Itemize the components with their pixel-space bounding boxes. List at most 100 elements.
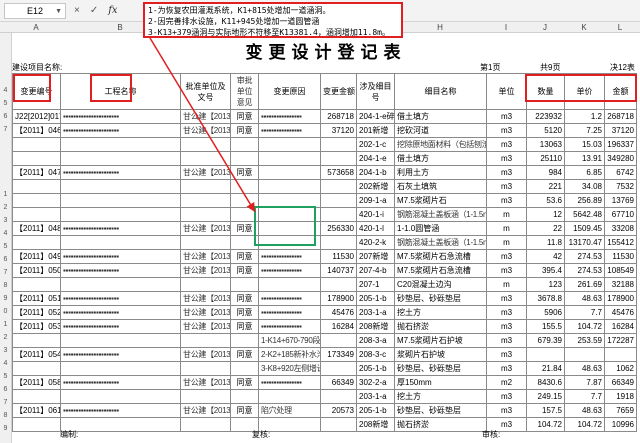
- table-cell-reason[interactable]: [258, 151, 321, 166]
- table-cell-unit[interactable]: m3: [486, 319, 527, 334]
- table-cell-reason[interactable]: [258, 165, 321, 180]
- name-box[interactable]: E12 ▼: [4, 2, 66, 19]
- table-cell-amount[interactable]: [320, 207, 357, 222]
- column-header-cell[interactable]: H: [394, 22, 486, 33]
- table-cell-qty[interactable]: 42: [526, 249, 565, 264]
- table-cell-name[interactable]: ▪▪▪▪▪▪▪▪▪▪▪▪▪▪▪▪▪▪▪▪▪▪: [60, 403, 181, 418]
- table-cell-item[interactable]: 202新增: [356, 179, 395, 194]
- table-cell-name[interactable]: ▪▪▪▪▪▪▪▪▪▪▪▪▪▪▪▪▪▪▪▪▪▪: [60, 249, 181, 264]
- table-cell-price[interactable]: 7.87: [564, 375, 605, 390]
- table-cell-name[interactable]: [60, 179, 181, 194]
- row-header-cell[interactable]: 3: [0, 217, 11, 224]
- table-cell-price[interactable]: 274.53: [564, 263, 605, 278]
- table-cell-amount[interactable]: [320, 151, 357, 166]
- table-cell-price[interactable]: 34.08: [564, 179, 605, 194]
- table-cell-qty[interactable]: 157.5: [526, 403, 565, 418]
- table-cell-reason[interactable]: 1-K14+670-790段改为护坡: [258, 333, 321, 348]
- header-project-name[interactable]: 工程名称: [60, 73, 181, 110]
- table-cell-appr[interactable]: [180, 207, 231, 222]
- table-cell-amount[interactable]: 37120: [320, 123, 357, 138]
- table-cell-price[interactable]: 274.53: [564, 249, 605, 264]
- row-header-cell[interactable]: 7: [0, 399, 11, 406]
- table-cell-appr[interactable]: 甘公建【2013】169号: [180, 249, 231, 264]
- table-cell-reason[interactable]: [258, 137, 321, 152]
- table-cell-total[interactable]: 172287: [604, 333, 637, 348]
- header-unit[interactable]: 单位: [486, 73, 527, 110]
- table-cell-code[interactable]: 【2011】052号: [12, 305, 61, 320]
- cancel-icon[interactable]: ×: [74, 5, 80, 16]
- table-cell-item[interactable]: 208-3-a: [356, 333, 395, 348]
- table-cell-item[interactable]: 205-1-b: [356, 403, 395, 418]
- table-cell-appr[interactable]: 甘公建【2013】169号: [180, 403, 231, 418]
- table-cell-reason[interactable]: ▪▪▪▪▪▪▪▪▪▪▪▪▪▪▪▪: [258, 319, 321, 334]
- spreadsheet-grid[interactable]: 变更设计登记表 建设项目名称: 第1页 共9页 决12表 变更编号 工程名称 批…: [12, 33, 640, 443]
- table-cell-iname[interactable]: 砂垫层、砂砾垫层: [394, 291, 487, 306]
- table-cell-appr[interactable]: 甘公建【2013】169号: [180, 221, 231, 236]
- table-cell-item[interactable]: 205-1-b: [356, 291, 395, 306]
- table-cell-iname[interactable]: M7.5浆砌片石: [394, 193, 487, 208]
- table-cell-appr[interactable]: 甘公建【2013】169号: [180, 263, 231, 278]
- table-cell-unit[interactable]: m: [486, 235, 527, 250]
- table-cell-iname[interactable]: 借土填方: [394, 151, 487, 166]
- table-cell-total[interactable]: 66349: [604, 375, 637, 390]
- row-header-cell[interactable]: 9: [0, 295, 11, 302]
- table-cell-total[interactable]: 6742: [604, 165, 637, 180]
- table-cell-reason[interactable]: [258, 277, 321, 292]
- table-cell-qty[interactable]: 984: [526, 165, 565, 180]
- row-header-cell[interactable]: 6: [0, 386, 11, 393]
- table-cell-total[interactable]: 32188: [604, 277, 637, 292]
- table-cell-price[interactable]: 261.69: [564, 277, 605, 292]
- table-cell-appr[interactable]: 甘公建【2013】169号: [180, 347, 231, 362]
- table-cell-name[interactable]: [60, 389, 181, 404]
- table-cell-unit[interactable]: m3: [486, 193, 527, 208]
- table-cell-item[interactable]: 208新增: [356, 319, 395, 334]
- table-cell-amount[interactable]: [320, 193, 357, 208]
- table-cell-amount[interactable]: [320, 333, 357, 348]
- table-cell-appr[interactable]: [180, 277, 231, 292]
- table-cell-iname[interactable]: M7.5浆砌片石急流槽: [394, 263, 487, 278]
- table-cell-reason[interactable]: ▪▪▪▪▪▪▪▪▪▪▪▪▪▪▪▪: [258, 123, 321, 138]
- table-cell-iname[interactable]: 1-1.0圆管涵: [394, 221, 487, 236]
- table-cell-price[interactable]: [564, 347, 605, 362]
- header-approval-unit[interactable]: 批准单位及文号: [180, 73, 231, 110]
- table-cell-code[interactable]: [12, 333, 61, 348]
- table-cell-price[interactable]: 7.7: [564, 305, 605, 320]
- confirm-icon[interactable]: ✓: [90, 5, 98, 16]
- table-cell-reason[interactable]: [258, 179, 321, 194]
- table-cell-qty[interactable]: 21.84: [526, 361, 565, 376]
- header-unit-price[interactable]: 单价: [564, 73, 605, 110]
- table-cell-code[interactable]: 【2011】058号: [12, 375, 61, 390]
- table-cell-code[interactable]: 【2011】047号: [12, 165, 61, 180]
- table-cell-name[interactable]: [60, 235, 181, 250]
- table-cell-code[interactable]: 【2011】054号: [12, 347, 61, 362]
- table-cell-qty[interactable]: 221: [526, 179, 565, 194]
- table-cell-reason[interactable]: ▪▪▪▪▪▪▪▪▪▪▪▪▪▪▪▪: [258, 291, 321, 306]
- header-change-no[interactable]: 变更编号: [12, 73, 61, 110]
- table-cell-name[interactable]: ▪▪▪▪▪▪▪▪▪▪▪▪▪▪▪▪▪▪▪▪▪▪: [60, 319, 181, 334]
- table-cell-amount[interactable]: 20573: [320, 403, 357, 418]
- table-cell-iname[interactable]: 抛石挤淤: [394, 417, 487, 432]
- table-cell-name[interactable]: [60, 193, 181, 208]
- table-cell-qty[interactable]: 11.8: [526, 235, 565, 250]
- table-cell-price[interactable]: 104.72: [564, 417, 605, 432]
- table-cell-appr[interactable]: 甘公建【2013】169号: [180, 165, 231, 180]
- table-cell-total[interactable]: 7532: [604, 179, 637, 194]
- table-cell-amount[interactable]: 16284: [320, 319, 357, 334]
- table-cell-opinion[interactable]: [230, 333, 259, 348]
- table-cell-iname[interactable]: 挖土方: [394, 389, 487, 404]
- row-header-cell[interactable]: 0: [0, 308, 11, 315]
- table-cell-item[interactable]: 302-2-a: [356, 375, 395, 390]
- table-cell-price[interactable]: 48.63: [564, 403, 605, 418]
- table-cell-opinion[interactable]: [230, 235, 259, 250]
- table-cell-opinion[interactable]: 同意: [230, 221, 259, 236]
- table-cell-code[interactable]: [12, 151, 61, 166]
- table-cell-item[interactable]: 205-1-b: [356, 361, 395, 376]
- table-cell-code[interactable]: [12, 277, 61, 292]
- table-cell-item[interactable]: 203-1-a: [356, 305, 395, 320]
- table-cell-price[interactable]: 5642.48: [564, 207, 605, 222]
- table-cell-reason[interactable]: ▪▪▪▪▪▪▪▪▪▪▪▪▪▪▪▪: [258, 263, 321, 278]
- table-cell-iname[interactable]: M7.5浆砌片石急流槽: [394, 249, 487, 264]
- table-cell-code[interactable]: [12, 389, 61, 404]
- table-cell-name[interactable]: [60, 207, 181, 222]
- table-cell-name[interactable]: ▪▪▪▪▪▪▪▪▪▪▪▪▪▪▪▪▪▪▪▪▪▪: [60, 109, 181, 124]
